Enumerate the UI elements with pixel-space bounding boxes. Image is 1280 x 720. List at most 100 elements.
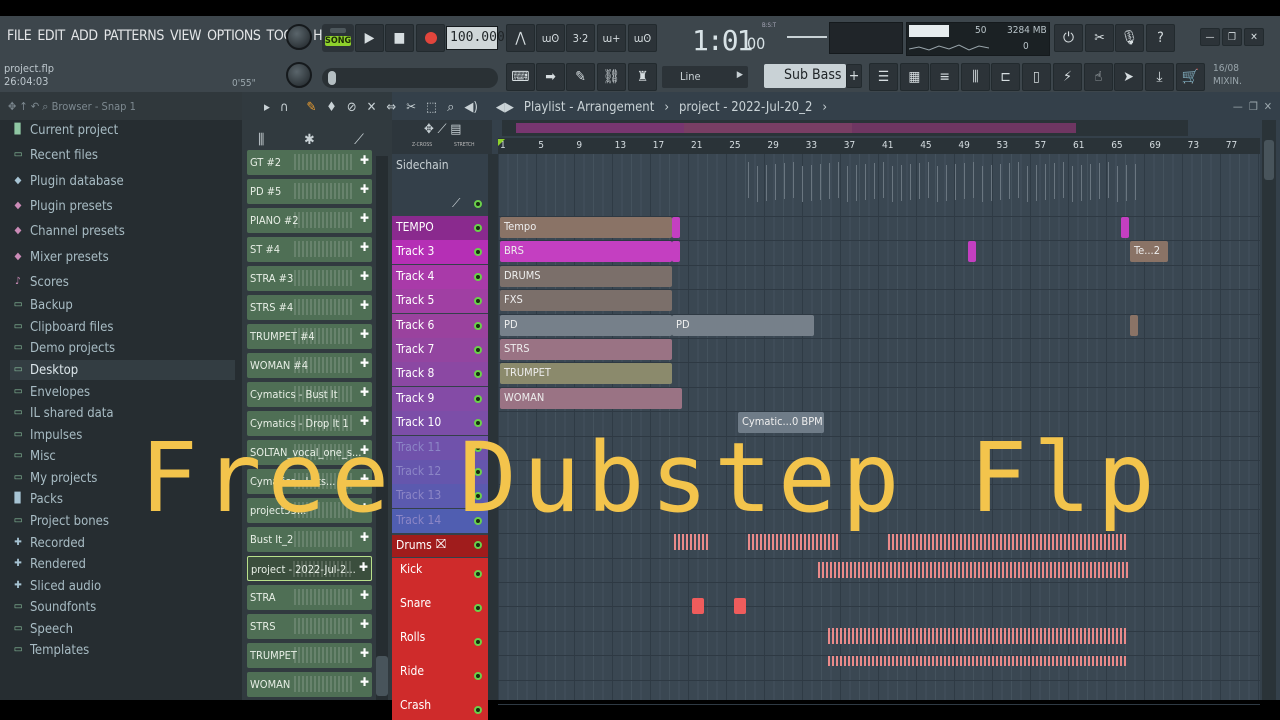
drum-row[interactable]: Ride [392,660,488,694]
file-icon[interactable]: ▯ [1022,63,1051,91]
nav-arrows-icon[interactable]: ◀▶ [496,100,514,115]
browser-nav-icons[interactable]: ✥ ↑ ↶ ⌕ [8,100,52,113]
track-enable-dot[interactable] [474,394,482,403]
browser-item[interactable]: ▭ Recent files [12,145,237,165]
pattern-item[interactable]: STRS ✚ [247,614,372,639]
song-position-slider[interactable] [322,68,498,88]
record-button[interactable] [416,24,445,52]
track-enable-dot[interactable] [474,541,482,549]
add-pattern-icon[interactable]: ✚ [360,153,369,167]
news-panel[interactable]: 16/08 MIXIN. [1213,62,1242,88]
stretch-icon[interactable]: ➤ [1114,63,1143,91]
mute-icon[interactable]: ✕ [367,100,377,115]
brush-icon[interactable]: ✎ [566,63,595,91]
arrow-right-icon[interactable]: ▸ [264,100,270,115]
add-pattern-icon[interactable]: ✚ [359,560,368,574]
main-pitch-knob[interactable] [286,62,312,88]
restore-icon[interactable]: ❐ [1249,100,1258,113]
piano-icon[interactable]: ⫼ [258,132,264,152]
browser-item[interactable]: ▭ Envelopes [12,382,237,402]
track-enable-dot[interactable] [474,672,482,680]
browser-item[interactable]: ▉ Current project [12,120,237,140]
browser-item[interactable]: ◆ Plugin database [12,171,237,191]
browser-item[interactable]: ◆ Channel presets [12,221,237,241]
pattern-item[interactable]: ST #4 ✚ [247,237,372,262]
playlist-clip[interactable]: FXS [500,290,672,312]
download-icon[interactable]: ⤓ [1145,63,1174,91]
pattern-item[interactable]: PIANO #2 ✚ [247,208,372,233]
track-enable-dot[interactable] [474,638,482,646]
touch-icon[interactable]: ☝ [1084,63,1113,91]
clip-marker[interactable] [672,217,680,238]
main-volume-knob[interactable] [286,24,312,50]
select-icon[interactable]: ⬚ [426,100,437,115]
menu-patterns[interactable]: PATTERNS [101,28,167,44]
drums-header[interactable]: Drums ⛝ [392,535,488,557]
track-enable-dot[interactable] [474,200,482,208]
drum-row[interactable]: Snare [392,592,488,626]
playlist-vscroll[interactable] [1262,120,1276,700]
stop-button[interactable]: ■ [385,24,414,52]
microphone-icon[interactable]: 🎙 [1115,24,1144,52]
playlist-clip[interactable]: STRS [500,339,672,360]
stamp-icon[interactable]: ♜ [628,63,657,91]
drum-row[interactable]: Crash [392,694,488,720]
loop-record-icon[interactable]: ɯʘ [628,24,657,52]
browser-item[interactable]: ♪ Scores [12,272,237,292]
automation-icon[interactable]: ⟋ [452,196,460,211]
playlist-clip[interactable]: PD [500,314,672,336]
playlist-clip[interactable]: WOMAN [500,387,682,409]
play-button[interactable]: ▶ [355,24,384,52]
browser-item[interactable]: ◆ Plugin presets [12,196,237,216]
power-icon[interactable]: ⏻ [1054,24,1083,52]
track-header[interactable]: Track 5 [392,289,488,314]
browser-item[interactable]: ▭ Clipboard files [12,317,237,337]
plugin-icon[interactable]: ⚡ [1053,63,1082,91]
track-header[interactable]: Track 8 [392,362,488,387]
overview-scrollbar[interactable] [502,120,1188,136]
add-pattern-icon[interactable]: ✚ [360,182,369,196]
track-enable-dot[interactable] [474,570,482,578]
browser-item[interactable]: ▭ Soundfonts [12,597,237,617]
minimize-icon[interactable]: — [1200,28,1220,46]
tempo-display[interactable]: 100.000 [446,26,505,50]
close-icon[interactable]: ✕ [1244,28,1264,46]
pattern-item[interactable]: project - 2022-Jul-2... ✚ [247,556,372,581]
piano-roll-icon[interactable]: ▦ [900,63,929,91]
browser-icon[interactable]: ⊏ [991,63,1020,91]
playlist-clip[interactable]: PD [672,314,814,336]
delete-icon[interactable]: ⊘ [347,100,357,115]
pattern-item[interactable]: GT #2 ✚ [247,150,372,175]
pattern-item[interactable]: WOMAN #4 ✚ [247,353,372,378]
browser-item[interactable]: ▭ Desktop [10,360,235,380]
step-edit-icon[interactable]: ɯ+ [597,24,626,52]
automation-icon[interactable]: ⟋ [354,132,364,152]
close-icon[interactable]: ✕ [1264,100,1272,113]
magnet-icon[interactable]: ∩ [280,100,289,115]
browser-item[interactable]: ◆ Mixer presets [12,247,237,267]
playlist-clip[interactable]: Te...2 [1130,241,1168,263]
clip-marker[interactable] [968,241,976,263]
playlist-icon[interactable]: ☰ [869,63,898,91]
menu-edit[interactable]: EDIT [34,28,67,44]
pattern-item[interactable]: TRUMPET ✚ [247,643,372,668]
track-enable-dot[interactable] [474,706,482,714]
minimize-icon[interactable]: — [1233,100,1243,113]
browser-item[interactable]: ✚ Rendered [12,554,237,574]
playlist-clip[interactable]: Tempo [500,217,672,238]
zoom-icon[interactable]: ⌕ [447,100,454,115]
track-enable-dot[interactable] [474,346,482,354]
restore-icon[interactable]: ❐ [1222,28,1242,46]
scissors-icon[interactable]: ✂ [1085,24,1114,52]
pattern-item[interactable]: PD #5 ✚ [247,179,372,204]
track-enable-dot[interactable] [474,297,482,306]
browser-item[interactable]: ▭ Templates [12,640,237,660]
snap-select[interactable]: Line ▶ [662,66,748,88]
menu-file[interactable]: FILE [4,28,34,44]
arrow-right-icon[interactable]: ➡ [536,63,565,91]
pencil-icon[interactable]: ✎ [306,100,316,115]
menu-view[interactable]: VIEW [167,28,204,44]
track-header[interactable]: Track 7 [392,338,488,362]
add-pattern-icon[interactable]: ✚ [360,356,369,370]
metronome-icon[interactable]: ⋀ [506,24,535,52]
